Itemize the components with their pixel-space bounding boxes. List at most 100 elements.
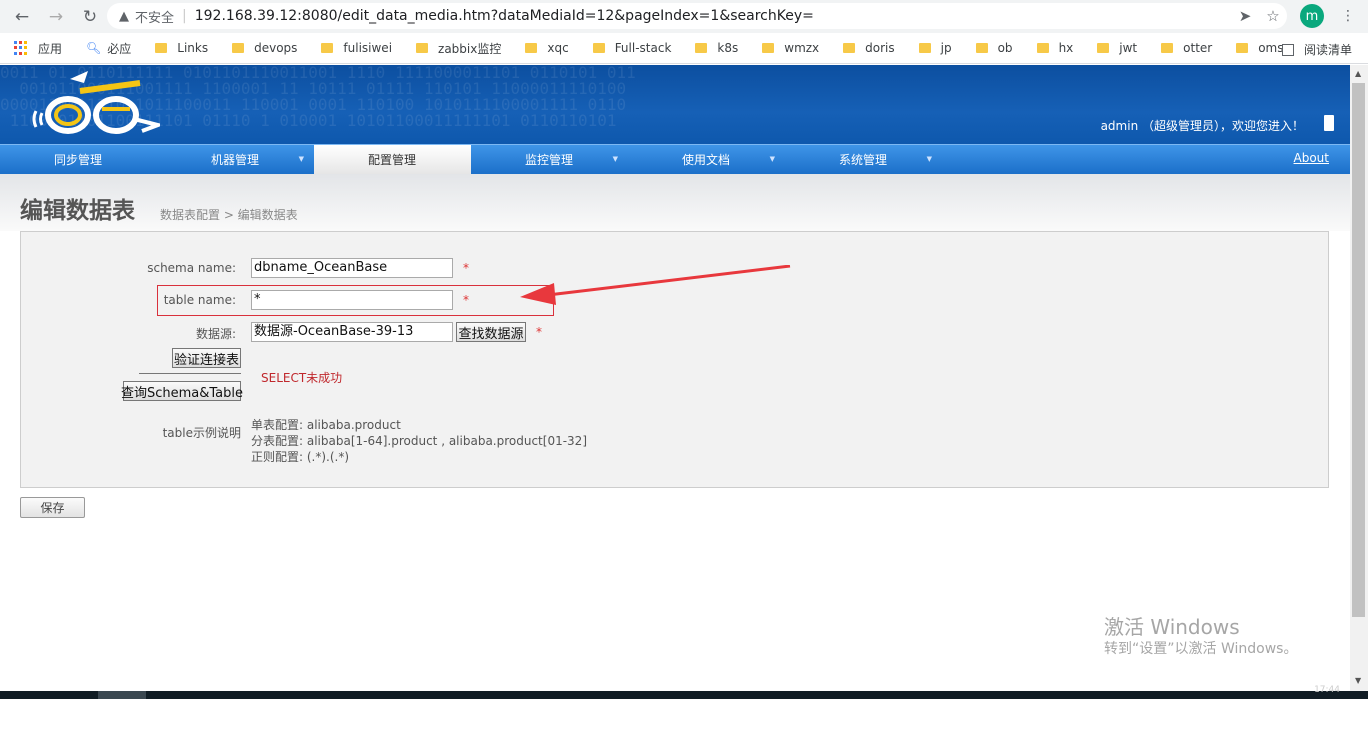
bookmark-doris[interactable]: doris — [843, 41, 895, 55]
web-page: 0011 01 0110111111 0101101110011001 1110… — [0, 65, 1350, 691]
profile-avatar[interactable]: m — [1300, 4, 1324, 28]
table-example-label: table示例说明 — [162, 426, 241, 440]
otter-logo — [32, 71, 160, 134]
bookmark-apps[interactable]: 应用 — [38, 40, 62, 57]
verify-table-button[interactable]: 验证连接表 — [172, 348, 241, 368]
bookmark-fulisiwei[interactable]: fulisiwei — [321, 41, 392, 55]
bookmark-oms[interactable]: oms — [1236, 41, 1284, 55]
taskbar: 17:44 — [0, 685, 1368, 699]
bookmark-k8s[interactable]: k8s — [695, 41, 738, 55]
scroll-thumb[interactable] — [1352, 83, 1365, 617]
menu-dots-icon[interactable]: ⋮ — [1340, 7, 1356, 25]
back-icon[interactable]: ← — [10, 5, 34, 29]
nav-label: 使用文档 — [682, 153, 731, 167]
warning-icon: ▲ — [119, 8, 129, 24]
folder-icon — [843, 43, 856, 53]
nav-config-management[interactable]: 配置管理 — [314, 145, 471, 174]
nav-label: 系统管理 — [839, 153, 888, 167]
url-text[interactable]: 192.168.39.12:8080/edit_data_media.htm?d… — [195, 8, 814, 24]
nav-monitor-management[interactable]: 监控管理 ▼ — [471, 145, 628, 174]
forward-icon[interactable]: → — [44, 5, 68, 29]
bookmark-xqc[interactable]: xqc — [525, 41, 569, 55]
page-scrollbar[interactable]: ▲ ▼ — [1350, 65, 1368, 691]
bookmark-otter[interactable]: otter — [1161, 41, 1212, 55]
nav-label: 配置管理 — [368, 153, 417, 167]
folder-icon — [1036, 43, 1049, 53]
example-single: 单表配置: alibaba.product — [251, 418, 401, 432]
taskbar-clock: 17:44 — [1314, 685, 1340, 695]
site-header: 0011 01 0110111111 0101101110011001 1110… — [0, 65, 1350, 144]
bookmark-label: 应用 — [38, 41, 63, 56]
table-name-input[interactable]: * — [251, 290, 453, 310]
required-mark: * — [463, 261, 469, 275]
bookmark-label: devops — [254, 41, 298, 55]
bookmark-ob[interactable]: ob — [975, 41, 1013, 55]
bookmark-label: oms — [1258, 41, 1284, 55]
browser-toolbar: ← → ↻ ▲ 不安全 | 192.168.39.12:8080/edit_da… — [0, 0, 1368, 33]
example-regex: 正则配置: (.*).(.*) — [251, 450, 350, 464]
bookmark-jp[interactable]: jp — [918, 41, 952, 55]
bookmark-zabbix[interactable]: zabbix监控 — [416, 40, 501, 57]
bookmark-label: fulisiwei — [343, 41, 393, 55]
save-button[interactable]: 保存 — [20, 497, 85, 518]
find-datasource-button[interactable]: 查找数据源 — [456, 322, 526, 342]
table-name-label: table name: — [163, 293, 236, 307]
main-nav: 同步管理 机器管理 ▼ 配置管理 监控管理 ▼ 使用文档 ▼ 系统管理 ▼ About — [0, 144, 1350, 174]
bookmark-label: wmzx — [784, 41, 820, 55]
scroll-down-icon[interactable]: ▼ — [1355, 676, 1361, 685]
search-icon: 🔍︎ — [86, 41, 102, 55]
logout-icon[interactable] — [1324, 115, 1334, 131]
folder-icon — [975, 43, 988, 53]
caret-down-icon: ▼ — [612, 155, 618, 163]
bookmark-label: k8s — [717, 41, 739, 55]
bookmark-label: hx — [1058, 41, 1074, 55]
bookmark-label: jp — [940, 41, 952, 55]
reload-icon[interactable]: ↻ — [78, 5, 102, 29]
nav-machine-management[interactable]: 机器管理 ▼ — [157, 145, 314, 174]
nav-system-management[interactable]: 系统管理 ▼ — [785, 145, 942, 174]
nav-label: 机器管理 — [211, 153, 260, 167]
welcome-text: admin （超级管理员），欢迎您进入！ — [1100, 119, 1304, 133]
folder-icon — [1236, 43, 1249, 53]
datasource-label: 数据源: — [195, 327, 236, 341]
apps-icon[interactable] — [14, 41, 28, 55]
folder-icon — [232, 43, 245, 53]
windows-watermark-subtitle: 转到“设置”以激活 Windows。 — [1104, 641, 1298, 657]
address-bar[interactable]: ▲ 不安全 | 192.168.39.12:8080/edit_data_med… — [107, 3, 1287, 29]
bookmark-links[interactable]: Links — [155, 41, 208, 55]
about-link[interactable]: About — [1294, 151, 1329, 165]
bookmark-wmzx[interactable]: wmzx — [762, 41, 819, 55]
bookmark-jwt[interactable]: jwt — [1097, 41, 1137, 55]
breadcrumb: 数据表配置 > 编辑数据表 — [160, 208, 298, 222]
send-icon[interactable]: ➤ — [1231, 7, 1259, 25]
folder-icon — [762, 43, 775, 53]
schema-name-input[interactable]: dbname_OceanBase — [251, 258, 453, 278]
taskbar-app[interactable] — [98, 691, 146, 699]
bookmark-devops[interactable]: devops — [232, 41, 297, 55]
insecure-label: 不安全 — [135, 10, 175, 26]
page-heading: 编辑数据表 数据表配置 > 编辑数据表 — [0, 174, 1350, 231]
reading-list[interactable]: 阅读清单 — [1281, 41, 1352, 58]
bookmark-label: 必应 — [107, 41, 132, 56]
error-message: SELECT未成功 — [261, 371, 343, 385]
bookmark-bing[interactable]: 🔍︎ 必应 — [86, 40, 131, 57]
star-icon[interactable]: ☆ — [1259, 7, 1287, 25]
datasource-input[interactable]: 数据源-OceanBase-39-13 — [251, 322, 453, 342]
schema-name-label: schema name: — [147, 261, 236, 275]
folder-icon — [525, 43, 538, 53]
reading-list-label: 阅读清单 — [1303, 43, 1352, 57]
windows-watermark-title: 激活 Windows — [1104, 615, 1240, 639]
caret-down-icon: ▼ — [769, 155, 775, 163]
bookmark-label: doris — [865, 41, 895, 55]
scroll-up-icon[interactable]: ▲ — [1355, 69, 1361, 78]
nav-docs[interactable]: 使用文档 ▼ — [628, 145, 785, 174]
bookmark-label: jwt — [1119, 41, 1138, 55]
bookmark-full-stack[interactable]: Full-stack — [592, 41, 671, 55]
bookmark-hx[interactable]: hx — [1036, 41, 1074, 55]
query-schema-table-button[interactable]: 查询Schema&Table — [121, 381, 243, 401]
nav-sync-management[interactable]: 同步管理 — [0, 145, 157, 174]
folder-icon — [321, 43, 334, 53]
required-mark: * — [536, 325, 542, 339]
bookmarks-bar: 应用 🔍︎ 必应 Links devops fulisiwei zabbix监控 … — [0, 33, 1368, 64]
required-mark: * — [463, 293, 469, 307]
